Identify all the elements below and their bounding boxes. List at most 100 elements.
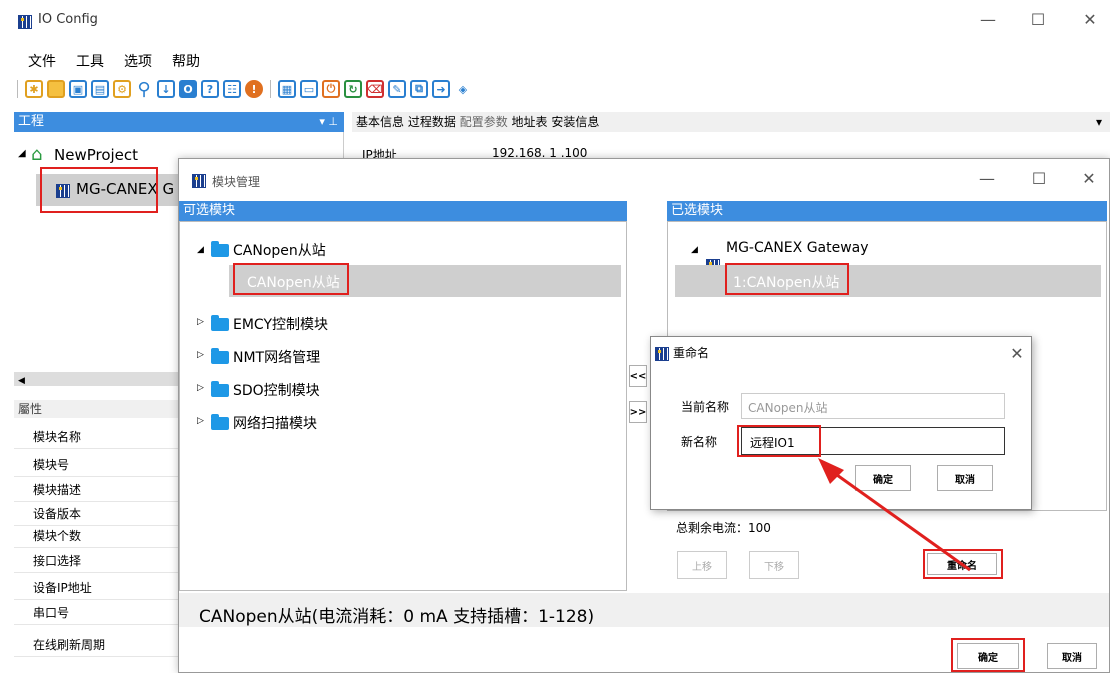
toolbar-grid-icon[interactable]: ▦ — [278, 80, 296, 98]
tab-strip: 基本信息 过程数据 配置参数 地址表 安装信息 ▾ — [352, 112, 1110, 132]
toolbar-power-icon[interactable]: ⏻ — [322, 80, 340, 98]
toolbar: ✱ ▣ ▤ ⚙ ⚲ ↓ O ? ☷ ! ▦ ▭ ⏻ ↻ ⌫ ✎ ⧉ ➜ ◈ — [14, 79, 472, 100]
prop-divider — [14, 476, 178, 477]
close-icon[interactable]: ✕ — [1070, 10, 1110, 30]
app-logo-icon — [18, 14, 32, 29]
toolbar-info-icon[interactable]: ? — [201, 80, 219, 98]
highlight-project-child — [40, 167, 158, 213]
dialog-maximize-icon[interactable]: ☐ — [1019, 169, 1059, 189]
toolbar-save-icon[interactable]: ▣ — [69, 80, 87, 98]
tree-expand-icon[interactable]: ◢ — [691, 245, 698, 255]
prop-divider — [14, 525, 178, 526]
menu-file[interactable]: 文件 — [28, 54, 56, 70]
project-panel-header: 工程 ▾ ⊥ — [14, 112, 344, 132]
module-cancel-button[interactable]: 取消 — [1047, 643, 1097, 669]
available-item[interactable]: SDO控制模块 — [233, 380, 320, 400]
folder-icon — [211, 348, 232, 366]
toolbar-layers-icon[interactable]: ◈ — [454, 80, 472, 98]
tree-collapse-icon[interactable]: ▷ — [197, 350, 204, 360]
move-up-button[interactable]: 上移 — [677, 551, 727, 579]
prop-divider — [14, 624, 178, 625]
highlight-ok — [951, 638, 1025, 672]
folder-icon — [211, 414, 232, 432]
toolbar-upload-icon[interactable]: O — [179, 80, 197, 98]
minimize-icon[interactable]: — — [968, 10, 1008, 30]
maximize-icon[interactable]: ☐ — [1018, 10, 1058, 30]
toolbar-export-icon[interactable]: ➜ — [432, 80, 450, 98]
prop-row: 串口号 — [33, 606, 70, 620]
move-down-button[interactable]: 下移 — [749, 551, 799, 579]
tree-expand-icon[interactable]: ◢ — [197, 245, 204, 255]
menu-tools[interactable]: 工具 — [76, 54, 104, 70]
pin-icon[interactable]: ▾ ⊥ — [319, 112, 338, 132]
prop-row: 模块描述 — [33, 483, 82, 497]
dialog-close-icon[interactable]: ✕ — [1069, 169, 1109, 189]
toolbar-delete-icon[interactable]: ⌫ — [366, 80, 384, 98]
prop-divider — [14, 547, 178, 548]
prop-row: 模块个数 — [33, 529, 82, 543]
tab-basic[interactable]: 基本信息 — [356, 115, 404, 129]
available-item[interactable]: EMCY控制模块 — [233, 314, 328, 334]
toolbar-monitor-icon[interactable]: ▭ — [300, 80, 318, 98]
dialog-logo-icon — [192, 173, 206, 188]
menu-help[interactable]: 帮助 — [172, 54, 200, 70]
menu-options[interactable]: 选项 — [124, 54, 152, 70]
remove-module-button[interactable]: >> — [629, 401, 647, 423]
home-icon: ⌂ — [31, 144, 43, 165]
menu-bar: 文件 工具 选项 帮助 — [28, 51, 220, 71]
add-module-button[interactable]: << — [629, 365, 647, 387]
tree-collapse-icon[interactable]: ▷ — [197, 317, 204, 327]
app-title: IO Config — [38, 12, 98, 27]
prop-row: 模块号 — [33, 458, 70, 472]
toolbar-search-icon[interactable]: ⚲ — [135, 79, 153, 100]
folder-icon — [211, 315, 232, 333]
module-status: CANopen从站(电流消耗：0 mA 支持插槽：1-128) — [179, 593, 1109, 627]
prop-divider — [14, 656, 178, 657]
highlight-available-child — [233, 263, 349, 295]
props-header: 屬性 — [14, 400, 184, 418]
toolbar-copy-icon[interactable]: ⧉ — [410, 80, 428, 98]
tab-config[interactable]: 配置参数 — [460, 115, 508, 129]
available-item[interactable]: NMT网络管理 — [233, 347, 320, 367]
tab-process[interactable]: 过程数据 — [408, 115, 456, 129]
toolbar-connect-icon[interactable]: ↻ — [344, 80, 362, 98]
toolbar-warning-icon[interactable]: ! — [245, 80, 263, 98]
module-dialog-title: 模块管理 — [212, 175, 261, 189]
available-item[interactable]: 网络扫描模块 — [233, 413, 317, 433]
toolbar-grip — [17, 80, 18, 98]
prop-row: 模块名称 — [33, 430, 82, 444]
toolbar-edit-icon[interactable]: ✎ — [388, 80, 406, 98]
tab-address[interactable]: 地址表 — [512, 115, 548, 129]
prop-row: 在线刷新周期 — [33, 638, 106, 652]
toolbar-open-icon[interactable] — [47, 80, 65, 98]
toolbar-download-icon[interactable]: ↓ — [157, 80, 175, 98]
prop-divider — [14, 501, 178, 502]
folder-icon — [211, 381, 232, 399]
prop-row: 接口选择 — [33, 554, 82, 568]
toolbar-table-icon[interactable]: ☷ — [223, 80, 241, 98]
tab-install[interactable]: 安装信息 — [551, 115, 599, 129]
dialog-minimize-icon[interactable]: — — [967, 169, 1007, 189]
tree-collapse-icon[interactable]: ▷ — [197, 416, 204, 426]
selected-header: 已选模块 — [667, 201, 1107, 221]
toolbar-settings-icon[interactable]: ⚙ — [113, 80, 131, 98]
rename-current-label: 当前名称 — [681, 400, 730, 414]
project-scrollbar[interactable]: ◀ — [14, 372, 184, 386]
folder-icon — [211, 241, 232, 259]
available-item-canopen[interactable]: CANopen从站 — [233, 240, 326, 260]
project-root[interactable]: NewProject — [54, 146, 138, 164]
selected-gateway[interactable]: MG-CANEX Gateway — [726, 240, 869, 256]
rename-new-label: 新名称 — [681, 435, 718, 449]
rename-current-field: CANopen从站 — [741, 393, 1005, 419]
prop-divider — [14, 599, 178, 600]
toolbar-new-icon[interactable]: ✱ — [25, 80, 43, 98]
prop-divider — [14, 448, 178, 449]
rename-close-icon[interactable]: ✕ — [997, 344, 1037, 364]
rename-logo-icon — [655, 346, 669, 361]
toolbar-saveas-icon[interactable]: ▤ — [91, 80, 109, 98]
rename-title: 重命名 — [673, 346, 710, 360]
tree-collapse-icon[interactable]: ▷ — [197, 383, 204, 393]
tree-expand-icon[interactable]: ◢ — [18, 148, 26, 159]
prop-row: 设备IP地址 — [33, 581, 92, 595]
tab-dropdown-icon[interactable]: ▾ — [1096, 112, 1102, 132]
